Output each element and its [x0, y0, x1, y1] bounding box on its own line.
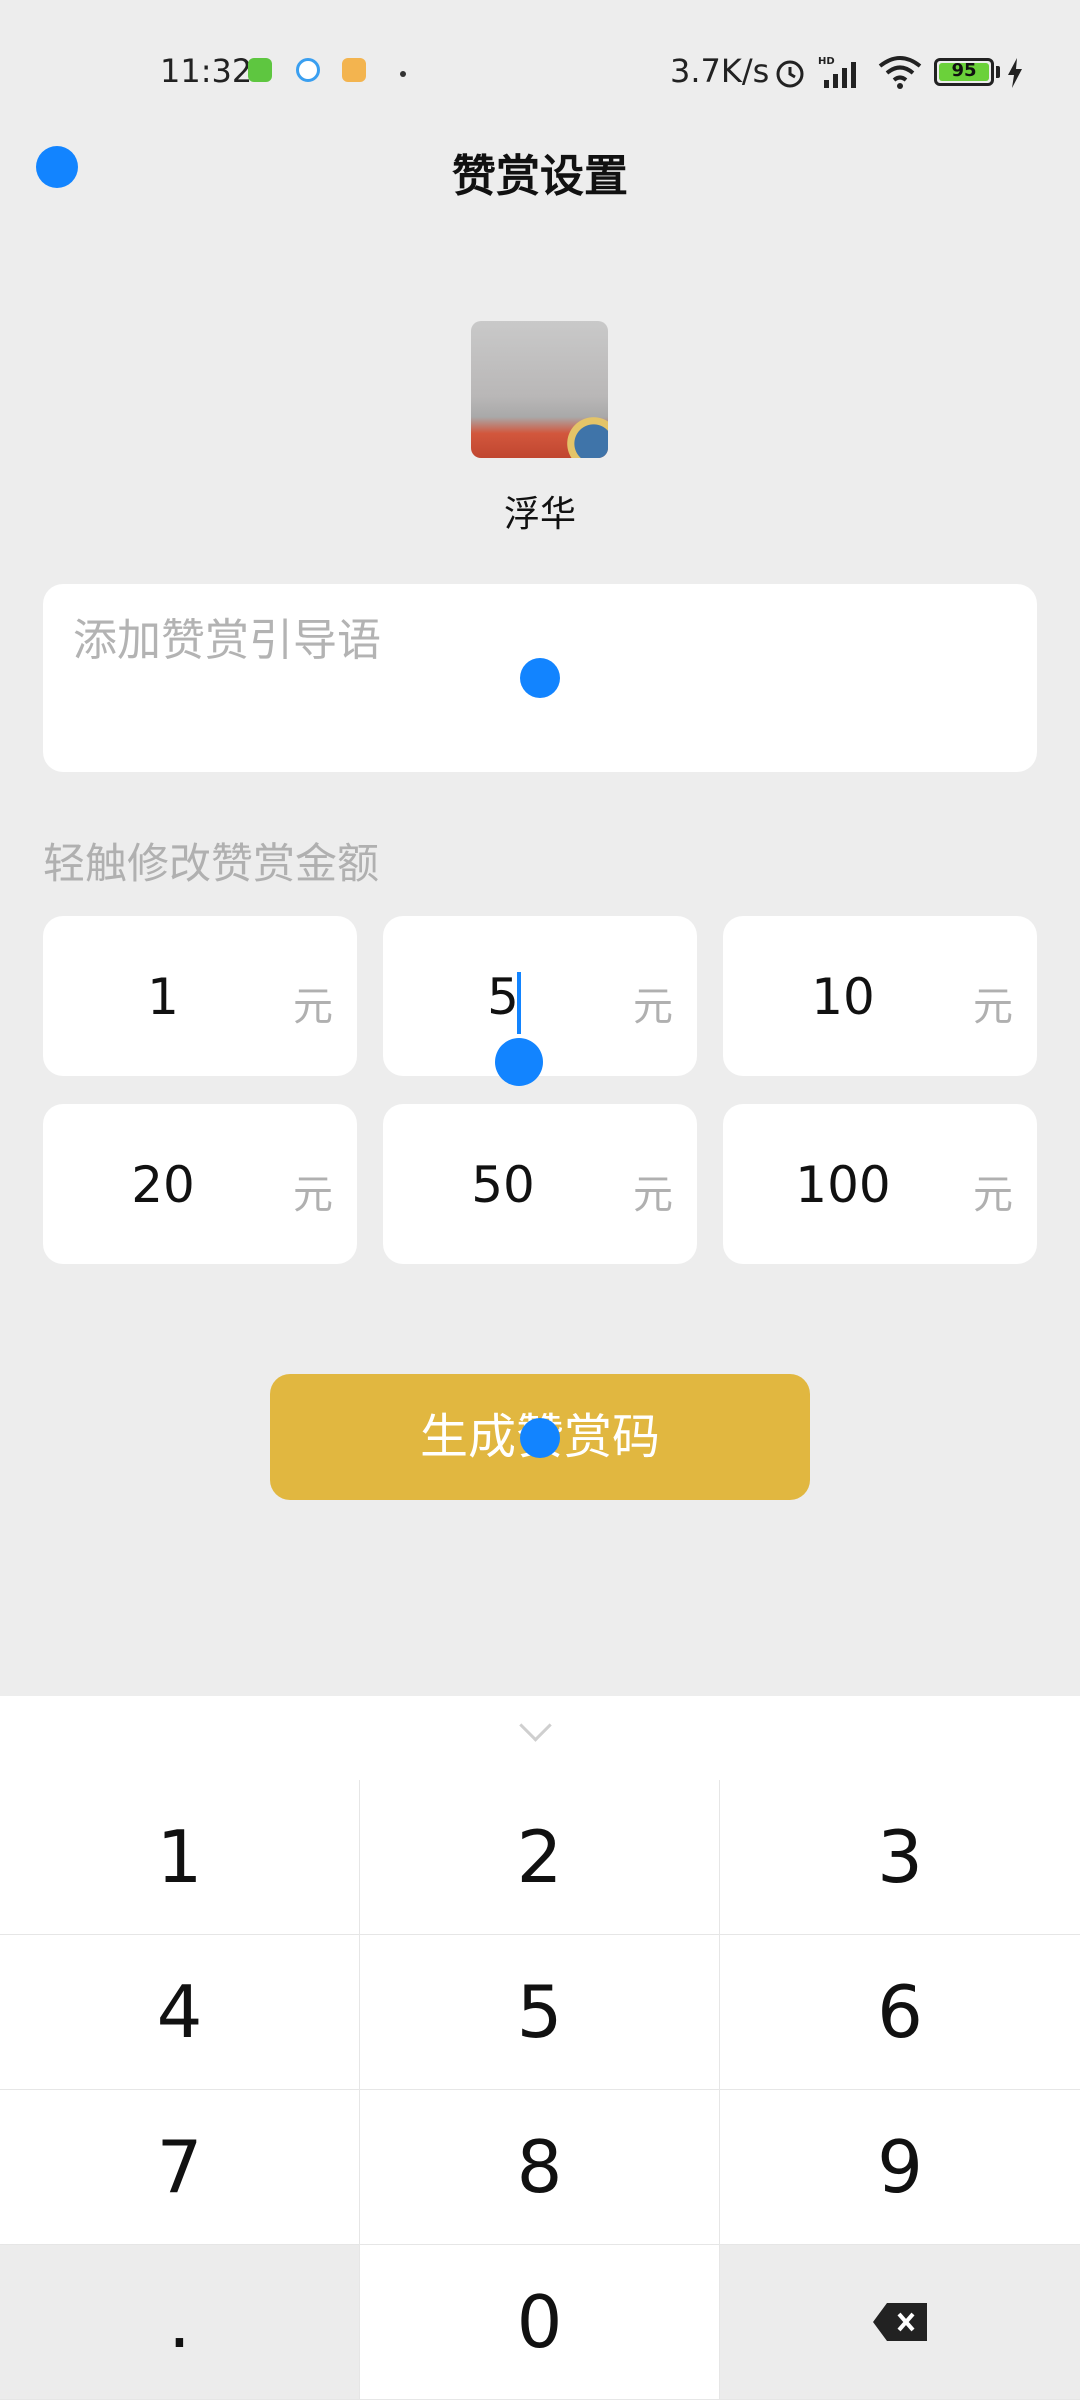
amount-value: 5: [487, 968, 519, 1026]
battery-level: 95: [951, 60, 977, 81]
keypad: 1 2 3 4 5 6 7 8 9 . 0: [0, 1780, 1080, 2400]
amount-option-5[interactable]: 50 元: [383, 1104, 697, 1264]
status-bar: 11:32 3.7K/s HD 95: [0, 0, 1080, 150]
amount-unit: 元: [293, 1172, 333, 1218]
page-title: 赞赏设置: [452, 151, 628, 202]
app-notification-icon: [248, 58, 272, 82]
amount-hint-label: 轻触修改赞赏金额: [43, 839, 380, 888]
status-time: 11:32: [160, 52, 253, 90]
key-2[interactable]: 2: [360, 1780, 720, 1935]
amount-unit: 元: [633, 984, 673, 1030]
keyboard-collapse-bar[interactable]: [0, 1696, 1080, 1781]
amount-value: 10: [811, 968, 875, 1026]
touch-indicator: [520, 1418, 560, 1458]
amount-unit: 元: [633, 1172, 673, 1218]
key-8[interactable]: 8: [360, 2090, 720, 2245]
key-6[interactable]: 6: [720, 1935, 1080, 2090]
amount-unit: 元: [973, 984, 1013, 1030]
battery-tip: [996, 66, 1000, 78]
key-3[interactable]: 3: [720, 1780, 1080, 1935]
text-cursor: [517, 972, 521, 1034]
amount-value: 50: [471, 1156, 535, 1214]
battery-icon: 95: [934, 58, 994, 86]
amount-unit: 元: [293, 984, 333, 1030]
app-icon: [342, 58, 366, 82]
cursor-handle[interactable]: [495, 1038, 543, 1086]
key-1[interactable]: 1: [0, 1780, 360, 1935]
username: 浮华: [503, 494, 576, 535]
avatar-badge: [560, 410, 608, 458]
amount-value: 100: [795, 1156, 891, 1214]
charging-icon: [1008, 58, 1022, 88]
key-9[interactable]: 9: [720, 2090, 1080, 2245]
key-0[interactable]: 0: [360, 2245, 720, 2400]
network-speed: 3.7K/s: [670, 52, 770, 90]
svg-text:HD: HD: [818, 56, 835, 67]
amount-option-4[interactable]: 20 元: [43, 1104, 357, 1264]
alarm-icon: [776, 60, 804, 88]
key-decimal[interactable]: .: [0, 2245, 360, 2400]
more-notifications-dot: [400, 71, 406, 77]
amount-value: 20: [131, 1156, 195, 1214]
amount-value: 1: [147, 968, 179, 1026]
touch-indicator: [520, 658, 560, 698]
hd-signal-icon: HD: [818, 56, 856, 88]
key-delete[interactable]: [720, 2245, 1080, 2400]
numeric-keyboard: 1 2 3 4 5 6 7 8 9 . 0: [0, 1696, 1080, 2400]
browser-icon: [296, 58, 320, 82]
key-4[interactable]: 4: [0, 1935, 360, 2090]
backspace-icon: [873, 2303, 927, 2341]
amount-grid: 1 元 5 元 10 元 20 元 50 元 100 元: [43, 916, 1037, 1264]
amount-option-1[interactable]: 1 元: [43, 916, 357, 1076]
key-5[interactable]: 5: [360, 1935, 720, 2090]
key-7[interactable]: 7: [0, 2090, 360, 2245]
chevron-down-icon[interactable]: [519, 1709, 552, 1742]
amount-option-3[interactable]: 10 元: [723, 916, 1037, 1076]
wifi-icon: [878, 56, 922, 89]
avatar: [471, 321, 608, 458]
amount-option-6[interactable]: 100 元: [723, 1104, 1037, 1264]
amount-unit: 元: [973, 1172, 1013, 1218]
